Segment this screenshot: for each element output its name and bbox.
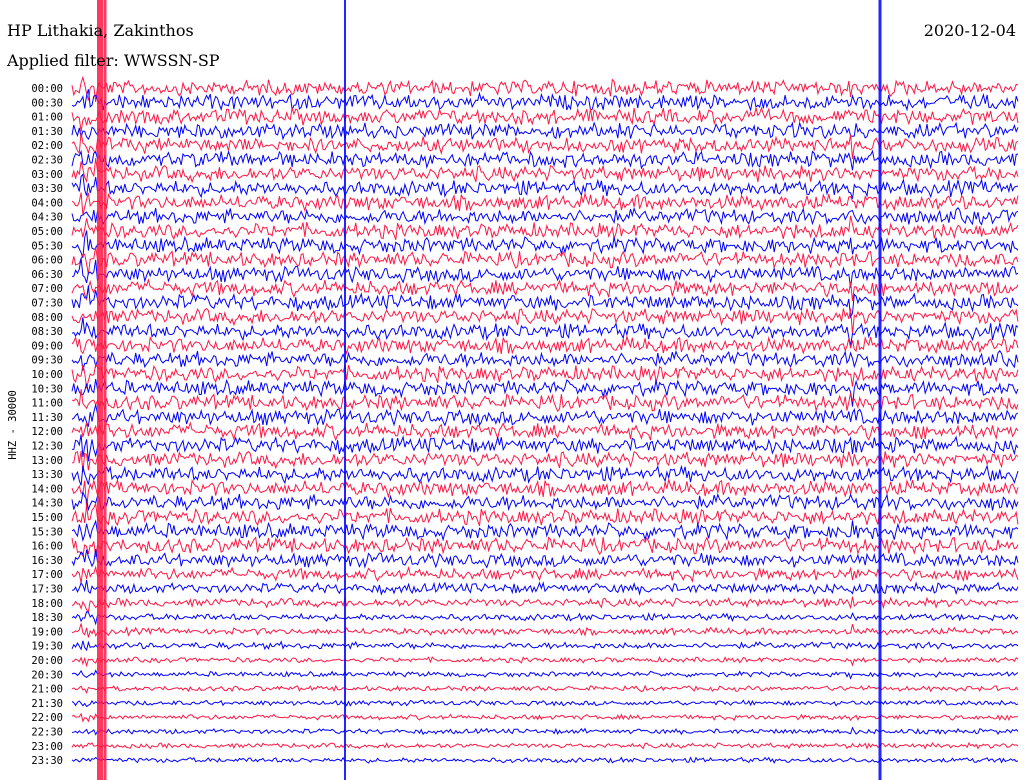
row-time-label: 19:30: [31, 641, 63, 653]
row-time-label: 23:30: [31, 755, 63, 767]
row-time-label: 20:30: [31, 669, 63, 681]
row-time-label: 17:00: [31, 569, 63, 581]
row-time-label: 14:00: [31, 483, 63, 495]
row-time-label: 12:30: [31, 441, 63, 453]
row-time-label: 08:00: [31, 312, 63, 324]
row-time-label: 08:30: [31, 326, 63, 338]
row-time-label: 00:30: [31, 97, 63, 109]
row-time-label: 22:30: [31, 727, 63, 739]
row-time-label: 05:00: [31, 226, 63, 238]
row-time-label: 00:00: [31, 83, 63, 95]
row-time-label: 23:00: [31, 741, 63, 753]
row-time-label: 19:00: [31, 626, 63, 638]
row-time-label: 16:30: [31, 555, 63, 567]
row-time-label: 17:30: [31, 584, 63, 596]
row-time-label: 09:00: [31, 340, 63, 352]
row-time-label: 09:30: [31, 355, 63, 367]
row-time-label: 04:30: [31, 212, 63, 224]
row-time-label: 02:00: [31, 140, 63, 152]
row-time-label: 12:00: [31, 426, 63, 438]
row-time-label: 21:30: [31, 698, 63, 710]
row-time-label: 18:30: [31, 612, 63, 624]
row-time-label: 21:00: [31, 684, 63, 696]
row-time-label: 05:30: [31, 240, 63, 252]
row-time-label: 10:00: [31, 369, 63, 381]
row-time-label: 07:30: [31, 298, 63, 310]
helicorder-chart: 00:00 00:30 01:00 01:30 02:00 02:30 03:00 03:30…: [0, 0, 1024, 780]
row-time-label: 18:00: [31, 598, 63, 610]
row-time-label: 11:30: [31, 412, 63, 424]
row-time-label: 10:30: [31, 383, 63, 395]
row-time-label: 15:00: [31, 512, 63, 524]
row-time-label: 01:30: [31, 126, 63, 138]
row-time-label: 11:00: [31, 398, 63, 410]
row-time-label: 15:30: [31, 526, 63, 538]
row-time-label: 07:00: [31, 283, 63, 295]
row-time-label: 13:00: [31, 455, 63, 467]
y-axis-label: HHZ - 30000: [7, 390, 19, 460]
row-time-label: 20:00: [31, 655, 63, 667]
station-title: HP Lithakia, Zakinthos: [7, 21, 194, 40]
date-label: 2020-12-04: [924, 21, 1016, 40]
row-time-label: 03:30: [31, 183, 63, 195]
row-time-label: 06:30: [31, 269, 63, 281]
row-time-label: 13:30: [31, 469, 63, 481]
row-time-label: 14:30: [31, 498, 63, 510]
row-time-label: 22:00: [31, 712, 63, 724]
filter-label: Applied filter: WWSSN-SP: [6, 51, 220, 70]
row-time-label: 16:00: [31, 541, 63, 553]
row-time-label: 01:00: [31, 112, 63, 124]
row-time-label: 04:00: [31, 197, 63, 209]
row-time-label: 06:00: [31, 255, 63, 267]
row-time-label: 03:00: [31, 169, 63, 181]
row-time-label: 02:30: [31, 155, 63, 167]
